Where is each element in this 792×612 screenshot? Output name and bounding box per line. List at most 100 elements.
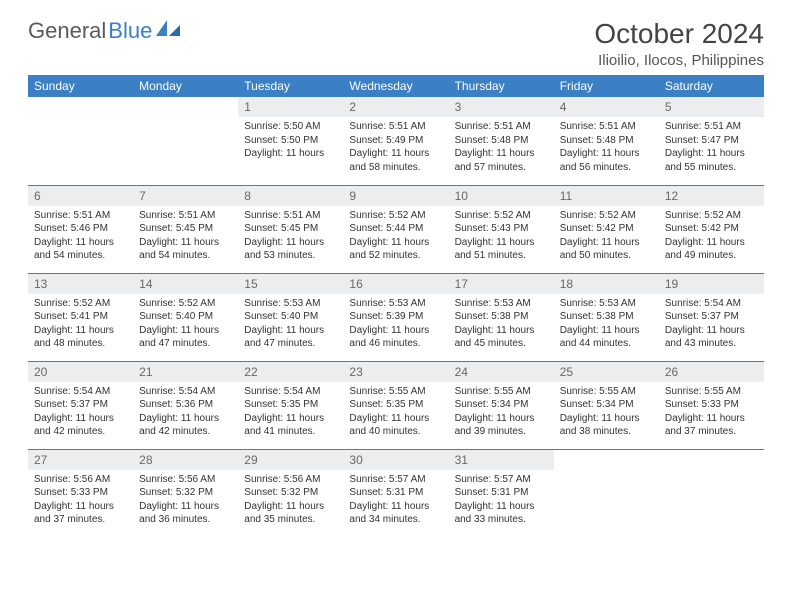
day-number: 2 (343, 97, 448, 117)
daylight-minutes: and 50 minutes. (560, 250, 631, 261)
daylight-minutes: and 56 minutes. (560, 162, 631, 173)
daylight-line: Daylight: 11 hours (349, 148, 429, 159)
day-details: Sunrise: 5:50 AMSunset: 5:50 PMDaylight:… (238, 117, 343, 165)
calendar-day-cell: 21Sunrise: 5:54 AMSunset: 5:36 PMDayligh… (133, 361, 238, 449)
daylight-minutes: and 47 minutes. (244, 338, 315, 349)
weekday-header: Sunday (28, 75, 133, 97)
day-details: Sunrise: 5:51 AMSunset: 5:48 PMDaylight:… (449, 117, 554, 178)
daylight-line: Daylight: 11 hours (560, 148, 640, 159)
daylight-minutes: and 52 minutes. (349, 250, 420, 261)
daylight-minutes: and 54 minutes. (34, 250, 105, 261)
daylight-line: Daylight: 11 hours (560, 413, 640, 424)
daylight-line: Daylight: 11 hours (560, 237, 640, 248)
calendar-week-row: 13 Sunrise: 5:52 AM Sunset: 5:41 PM Dayligh… (28, 273, 764, 361)
sunrise-line: Sunrise: 5:52 AM (455, 210, 531, 221)
day-number: 15 (238, 274, 343, 294)
sunset-line: Sunset: 5:46 PM (34, 223, 108, 234)
sunset-line: Sunset: 5:34 PM (455, 399, 529, 410)
day-number: 11 (554, 186, 659, 206)
daylight-line: Daylight: 11 hours (455, 413, 535, 424)
calendar-week-row: 20Sunrise: 5:54 AMSunset: 5:37 PMDayligh… (28, 361, 764, 449)
weekday-header: Wednesday (343, 75, 448, 97)
calendar-day-cell: 11 Sunrise: 5:52 AM Sunset: 5:42 PM Dayligh… (554, 185, 659, 273)
day-details: Sunrise: 5:54 AMSunset: 5:35 PMDaylight:… (238, 382, 343, 443)
sunrise-line: Sunrise: 5:52 AM (349, 210, 425, 221)
sunset-line: Sunset: 5:34 PM (560, 399, 634, 410)
logo-text-blue: Blue (108, 18, 152, 44)
calendar-day-cell: 9Sunrise: 5:52 AMSunset: 5:44 PMDaylight… (343, 185, 448, 273)
day-number: 27 (28, 450, 133, 470)
daylight-line: Daylight: 11 hours (665, 325, 745, 336)
daylight-line: Daylight: 11 hours (34, 501, 114, 512)
calendar-day-cell: 31Sunrise: 5:57 AMSunset: 5:31 PMDayligh… (449, 449, 554, 537)
daylight-line: Daylight: 11 hours (665, 237, 745, 248)
day-details: Sunrise: 5:53 AMSunset: 5:38 PMDaylight:… (554, 294, 659, 355)
daylight-minutes: and 55 minutes. (665, 162, 736, 173)
daylight-line: Daylight: 11 hours (349, 325, 429, 336)
sunrise-line: Sunrise: 5:55 AM (560, 386, 636, 397)
calendar-day-cell: 26Sunrise: 5:55 AMSunset: 5:33 PMDayligh… (659, 361, 764, 449)
daylight-minutes: and 40 minutes. (349, 426, 420, 437)
day-details: Sunrise: 5:56 AMSunset: 5:32 PMDaylight:… (238, 470, 343, 531)
daylight-line: Daylight: 11 hours (34, 237, 114, 248)
day-details: Sunrise: 5:51 AMSunset: 5:49 PMDaylight:… (343, 117, 448, 178)
day-number: 9 (343, 186, 448, 206)
sunset-line: Sunset: 5:42 PM (560, 223, 634, 234)
daylight-line: Daylight: 11 hours (139, 237, 219, 248)
daylight-minutes: and 35 minutes. (244, 514, 315, 525)
weekday-header: Tuesday (238, 75, 343, 97)
sunrise-line: Sunrise: 5:57 AM (349, 474, 425, 485)
calendar-day-cell: 29Sunrise: 5:56 AMSunset: 5:32 PMDayligh… (238, 449, 343, 537)
weekday-header: Friday (554, 75, 659, 97)
day-details: Sunrise: 5:56 AMSunset: 5:33 PMDaylight:… (28, 470, 133, 531)
sunrise-line: Sunrise: 5:52 AM (34, 298, 110, 309)
sunrise-line: Sunrise: 5:52 AM (560, 210, 636, 221)
day-details: Sunrise: 5:53 AMSunset: 5:39 PMDaylight:… (343, 294, 448, 355)
calendar-week-row: 27Sunrise: 5:56 AMSunset: 5:33 PMDayligh… (28, 449, 764, 537)
day-number: 1 (238, 97, 343, 117)
calendar-week-row: ....1Sunrise: 5:50 AMSunset: 5:50 PMDayl… (28, 97, 764, 185)
daylight-line: Daylight: 11 hours (560, 325, 640, 336)
day-details: Sunrise: 5:51 AMSunset: 5:46 PMDaylight:… (28, 206, 133, 267)
daylight-line: Daylight: 11 hours (244, 148, 324, 159)
sunrise-line: Sunrise: 5:55 AM (349, 386, 425, 397)
sunset-line: Sunset: 5:41 PM (34, 311, 108, 322)
sunset-line: Sunset: 5:39 PM (349, 311, 423, 322)
daylight-line: Daylight: 11 hours (139, 501, 219, 512)
daylight-minutes: and 44 minutes. (560, 338, 631, 349)
weekday-header: Thursday (449, 75, 554, 97)
daylight-line: Daylight: 11 hours (455, 325, 535, 336)
sunset-line: Sunset: 5:38 PM (455, 311, 529, 322)
sunset-line: Sunset: 5:48 PM (455, 135, 529, 146)
day-details: Sunrise: 5:54 AMSunset: 5:37 PMDaylight:… (28, 382, 133, 443)
daylight-line: Daylight: 11 hours (665, 413, 745, 424)
sunset-line: Sunset: 5:35 PM (349, 399, 423, 410)
day-details: Sunrise: 5:54 AMSunset: 5:36 PMDaylight:… (133, 382, 238, 443)
sunrise-line: Sunrise: 5:54 AM (34, 386, 110, 397)
day-number: 4 (554, 97, 659, 117)
sunrise-line: Sunrise: 5:56 AM (244, 474, 320, 485)
sunset-line: Sunset: 5:43 PM (455, 223, 529, 234)
sunrise-line: Sunrise: 5:52 AM (665, 210, 741, 221)
day-number: 8 (238, 186, 343, 206)
page-title: October 2024 (594, 18, 764, 50)
daylight-minutes: and 51 minutes. (455, 250, 526, 261)
day-number: 30 (343, 450, 448, 470)
calendar-day-cell: .. (554, 449, 659, 537)
sunset-line: Sunset: 5:32 PM (139, 487, 213, 498)
day-details: Sunrise: 5:52 AMSunset: 5:44 PMDaylight:… (343, 206, 448, 267)
sunset-line: Sunset: 5:49 PM (349, 135, 423, 146)
sunset-line: Sunset: 5:42 PM (665, 223, 739, 234)
day-details: Sunrise: 5:57 AMSunset: 5:31 PMDaylight:… (449, 470, 554, 531)
day-number: 28 (133, 450, 238, 470)
calendar-day-cell: 14Sunrise: 5:52 AMSunset: 5:40 PMDayligh… (133, 273, 238, 361)
calendar-day-cell: 28Sunrise: 5:56 AMSunset: 5:32 PMDayligh… (133, 449, 238, 537)
daylight-line: Daylight: 11 hours (455, 148, 535, 159)
sunset-line: Sunset: 5:40 PM (139, 311, 213, 322)
sunrise-line: Sunrise: 5:54 AM (139, 386, 215, 397)
day-number: 23 (343, 362, 448, 382)
day-details: Sunrise: 5:55 AMSunset: 5:35 PMDaylight:… (343, 382, 448, 443)
calendar-day-cell: 4Sunrise: 5:51 AMSunset: 5:48 PMDaylight… (554, 97, 659, 185)
day-number: 13 (28, 274, 133, 294)
calendar-day-cell: .. (28, 97, 133, 185)
